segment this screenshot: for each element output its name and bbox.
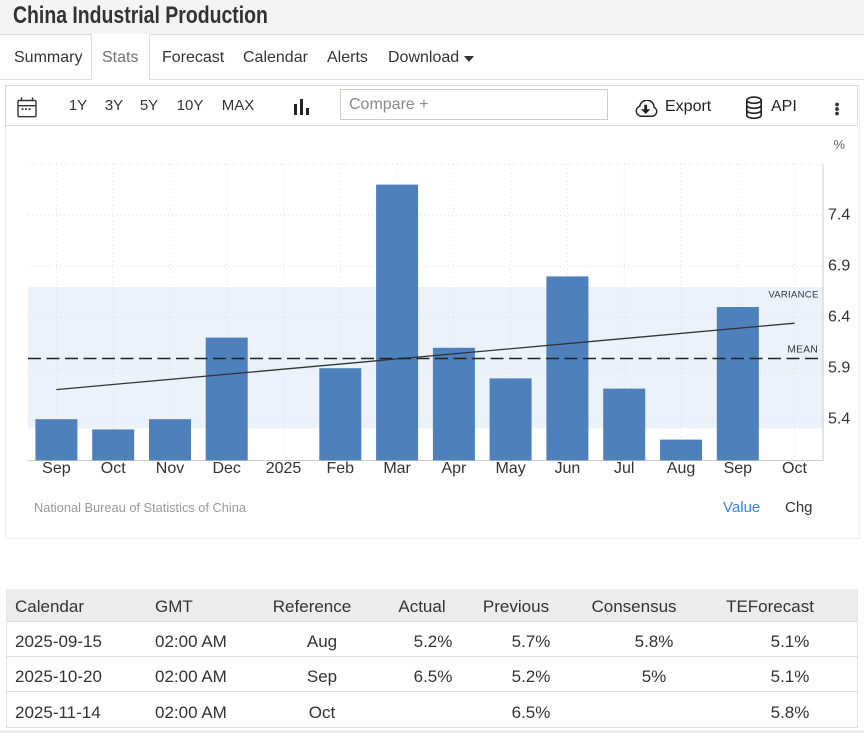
svg-text:MEAN: MEAN: [787, 345, 818, 356]
svg-text:6.4: 6.4: [828, 309, 850, 326]
svg-text:Aug: Aug: [667, 460, 695, 477]
svg-text:Apr: Apr: [441, 460, 467, 477]
svg-text:Sep: Sep: [42, 460, 71, 477]
svg-text:%: %: [833, 137, 845, 152]
svg-text:Jul: Jul: [614, 460, 634, 477]
svg-text:Dec: Dec: [212, 460, 240, 477]
svg-text:Sep: Sep: [724, 460, 753, 477]
svg-text:VARIANCE: VARIANCE: [768, 290, 818, 301]
svg-text:Feb: Feb: [327, 460, 355, 477]
svg-text:6.9: 6.9: [828, 258, 850, 275]
svg-text:Jun: Jun: [555, 460, 581, 477]
svg-text:2025: 2025: [266, 460, 302, 477]
svg-text:May: May: [495, 460, 525, 477]
svg-text:Mar: Mar: [383, 460, 411, 477]
svg-text:Nov: Nov: [156, 460, 184, 477]
svg-text:5.4: 5.4: [828, 411, 850, 428]
svg-text:Oct: Oct: [101, 460, 126, 477]
svg-text:5.9: 5.9: [828, 360, 850, 377]
svg-text:7.4: 7.4: [828, 207, 850, 224]
svg-text:Oct: Oct: [782, 460, 807, 477]
